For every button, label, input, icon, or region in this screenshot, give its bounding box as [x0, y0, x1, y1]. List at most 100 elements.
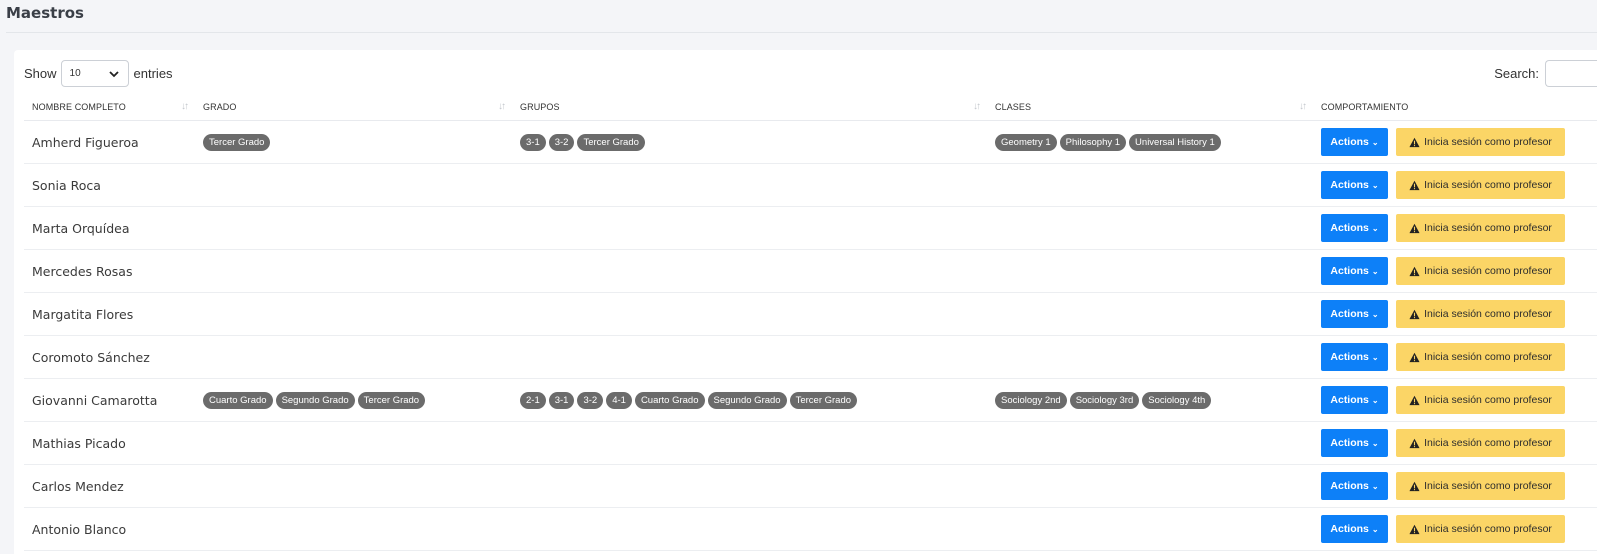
warning-icon	[1409, 438, 1420, 448]
table-header-row: NOMBRE COMPLETO ↓↑ GRADO ↓↑ GRUPOS ↓↑ CLASES ↓↑…	[24, 94, 1597, 121]
badge: Tercer Grado	[203, 134, 271, 151]
column-header-label: GRADO	[203, 102, 237, 112]
comportamiento-cell: Actions ⌄ Inicia sesión como profesor	[1313, 249, 1597, 293]
sort-icon[interactable]: ↓↑	[1299, 101, 1307, 112]
actions-button-label: Actions	[1330, 308, 1369, 320]
table-row: Mathias Picado Actions ⌄ Inicia sesión como…	[24, 421, 1597, 465]
login-as-teacher-button[interactable]: Inicia sesión como profesor	[1396, 515, 1565, 543]
comportamiento-cell: Actions ⌄ Inicia sesión como profesor	[1313, 335, 1597, 379]
grados-cell	[195, 206, 512, 250]
badge: 3-2	[548, 134, 575, 151]
table-row: Carlos Mendez Actions ⌄ Inicia sesión como …	[24, 464, 1597, 508]
clases-cell	[987, 507, 1313, 551]
actions-button-label: Actions	[1330, 136, 1369, 148]
chevron-down-icon: ⌄	[1371, 438, 1379, 448]
login-button-label: Inicia sesión como profesor	[1424, 179, 1552, 191]
actions-button-label: Actions	[1330, 480, 1369, 492]
show-label: Show	[24, 66, 57, 81]
login-as-teacher-button[interactable]: Inicia sesión como profesor	[1396, 257, 1565, 285]
comportamiento-cell: Actions ⌄ Inicia sesión como profesor	[1313, 421, 1597, 465]
login-as-teacher-button[interactable]: Inicia sesión como profesor	[1396, 472, 1565, 500]
badge: Universal History 1	[1129, 134, 1221, 151]
sort-icon[interactable]: ↓↑	[498, 101, 506, 112]
login-as-teacher-button[interactable]: Inicia sesión como profesor	[1396, 429, 1565, 457]
sort-icon[interactable]: ↓↑	[973, 101, 981, 112]
actions-button[interactable]: Actions ⌄	[1321, 171, 1388, 199]
login-button-label: Inicia sesión como profesor	[1424, 480, 1552, 492]
teacher-name: Carlos Mendez	[24, 464, 195, 508]
entries-select-value: 10	[69, 68, 81, 79]
grados-cell	[195, 507, 512, 551]
actions-button[interactable]: Actions ⌄	[1321, 472, 1388, 500]
actions-button[interactable]: Actions ⌄	[1321, 300, 1388, 328]
actions-button[interactable]: Actions ⌄	[1321, 214, 1388, 242]
chevron-down-icon: ⌄	[1371, 395, 1379, 405]
login-button-label: Inicia sesión como profesor	[1424, 523, 1552, 535]
grados-cell: Tercer Grado	[195, 120, 512, 164]
teacher-name: Mercedes Rosas	[24, 249, 195, 293]
actions-button-label: Actions	[1330, 394, 1369, 406]
grupos-cell	[512, 335, 987, 379]
login-button-label: Inicia sesión como profesor	[1424, 437, 1552, 449]
column-header-1[interactable]: GRADO ↓↑	[195, 94, 512, 121]
grados-cell	[195, 163, 512, 207]
actions-button-label: Actions	[1330, 222, 1369, 234]
clases-cell	[987, 464, 1313, 508]
badge: 3-1	[520, 134, 546, 151]
grupos-cell: 3-1 3-2 Tercer Grado	[512, 120, 987, 164]
grados-cell	[195, 464, 512, 508]
login-as-teacher-button[interactable]: Inicia sesión como profesor	[1396, 386, 1565, 414]
badge: 4-1	[606, 392, 632, 409]
actions-button[interactable]: Actions ⌄	[1321, 515, 1388, 543]
grupos-cell	[512, 507, 987, 551]
grados-cell	[195, 292, 512, 336]
column-header-4[interactable]: COMPORTAMIENTO	[1313, 94, 1597, 121]
actions-button[interactable]: Actions ⌄	[1321, 257, 1388, 285]
column-header-3[interactable]: CLASES ↓↑	[987, 94, 1313, 121]
login-button-label: Inicia sesión como profesor	[1424, 222, 1552, 234]
actions-button-label: Actions	[1330, 523, 1369, 535]
column-header-0[interactable]: NOMBRE COMPLETO ↓↑	[24, 94, 195, 121]
grados-cell: Cuarto Grado Segundo Grado Tercer Grado	[195, 378, 512, 422]
actions-button[interactable]: Actions ⌄	[1321, 386, 1388, 414]
login-as-teacher-button[interactable]: Inicia sesión como profesor	[1396, 214, 1565, 242]
login-as-teacher-button[interactable]: Inicia sesión como profesor	[1396, 171, 1565, 199]
search-input[interactable]	[1545, 60, 1597, 87]
page-title: Maestros	[6, 4, 84, 22]
chevron-down-icon: ⌄	[1371, 137, 1379, 147]
login-as-teacher-button[interactable]: Inicia sesión como profesor	[1396, 343, 1565, 371]
clases-cell	[987, 206, 1313, 250]
chevron-down-icon: ⌄	[1371, 223, 1379, 233]
table-row: Sonia Roca Actions ⌄ Inicia sesión como pro…	[24, 163, 1597, 207]
warning-icon	[1409, 266, 1420, 276]
clases-cell	[987, 249, 1313, 293]
teacher-name: Giovanni Camarotta	[24, 378, 195, 422]
badge: Philosophy 1	[1059, 134, 1127, 151]
column-header-2[interactable]: GRUPOS ↓↑	[512, 94, 987, 121]
warning-icon	[1409, 481, 1420, 491]
teacher-name: Marta Orquídea	[24, 206, 195, 250]
badge: Geometry 1	[995, 134, 1057, 151]
login-as-teacher-button[interactable]: Inicia sesión como profesor	[1396, 128, 1565, 156]
entries-select[interactable]: 10	[60, 60, 129, 87]
badge: Sociology 4th	[1142, 392, 1212, 409]
table-row: Coromoto Sánchez Actions ⌄ Inicia sesión co…	[24, 335, 1597, 379]
teacher-name: Margatita Flores	[24, 292, 195, 336]
actions-button[interactable]: Actions ⌄	[1321, 343, 1388, 371]
chevron-down-icon	[108, 70, 119, 77]
actions-button[interactable]: Actions ⌄	[1321, 128, 1388, 156]
clases-cell: Sociology 2nd Sociology 3rd Sociology 4th	[987, 378, 1313, 422]
badge: Sociology 3rd	[1069, 392, 1140, 409]
warning-icon	[1409, 180, 1420, 190]
teacher-name: Amherd Figueroa	[24, 120, 195, 164]
badge: Tercer Grado	[789, 392, 858, 409]
actions-button[interactable]: Actions ⌄	[1321, 429, 1388, 457]
login-as-teacher-button[interactable]: Inicia sesión como profesor	[1396, 300, 1565, 328]
badge: 3-2	[577, 392, 604, 409]
actions-button-label: Actions	[1330, 265, 1369, 277]
entries-label: entries	[133, 66, 173, 81]
grupos-cell: 2-1 3-1 3-2 4-1 Cuarto Grado Segundo Grado Ter…	[512, 378, 987, 422]
comportamiento-cell: Actions ⌄ Inicia sesión como profesor	[1313, 464, 1597, 508]
table-row: Marta Orquídea Actions ⌄ Inicia sesión como…	[24, 206, 1597, 250]
sort-icon[interactable]: ↓↑	[181, 101, 189, 112]
